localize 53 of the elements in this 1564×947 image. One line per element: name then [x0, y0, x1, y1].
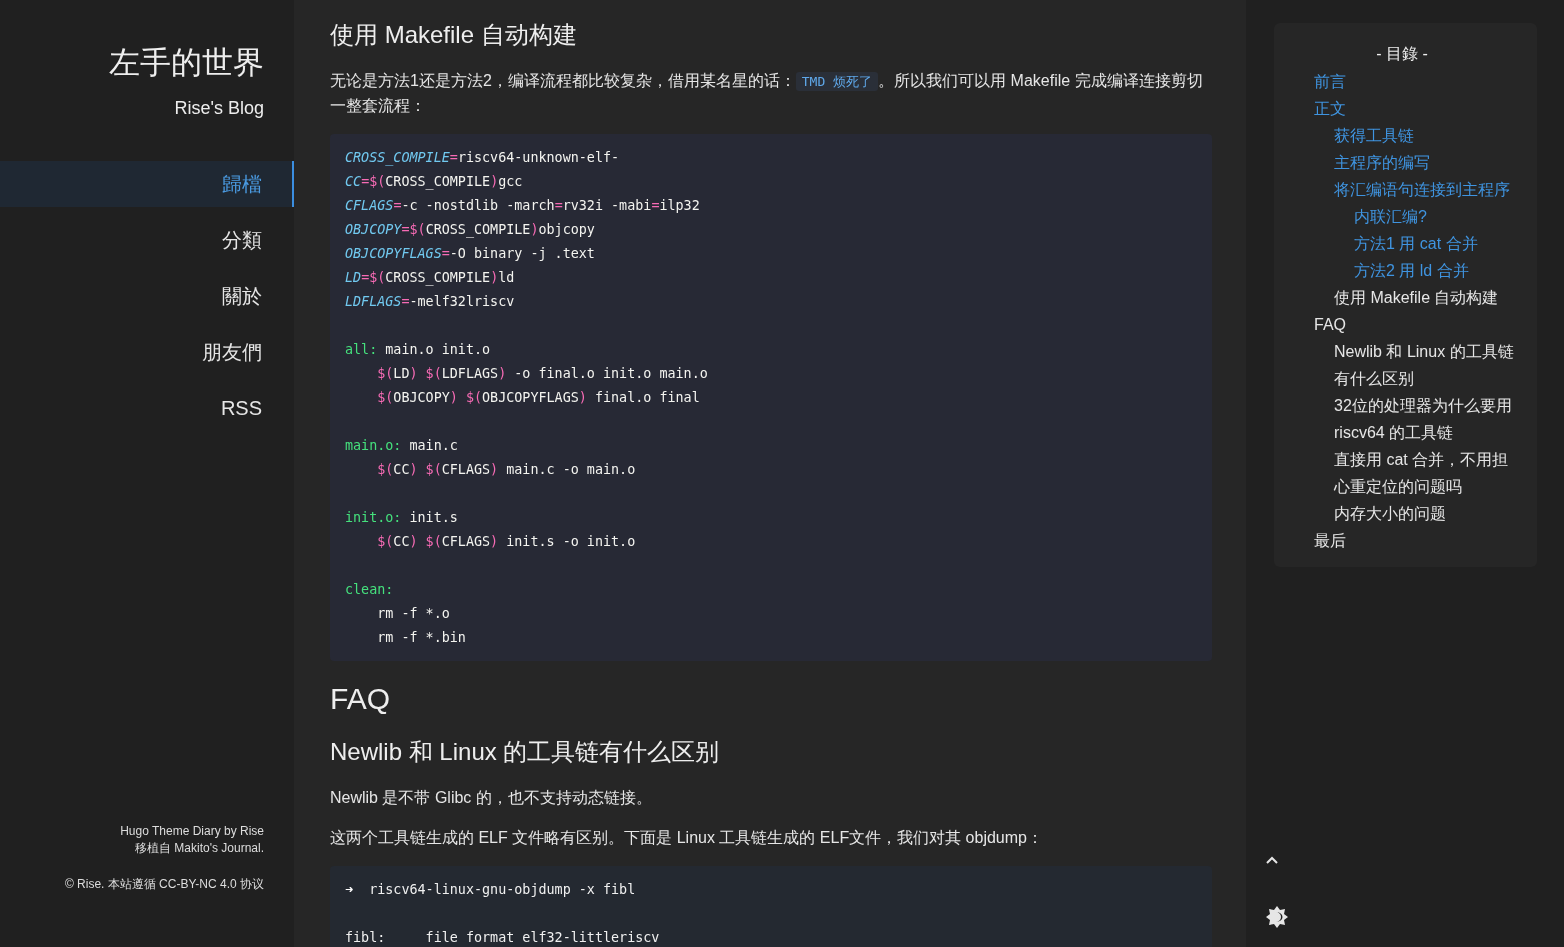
code-line: clean: [345, 581, 394, 599]
code-line: $(OBJCOPY) $(OBJCOPYFLAGS) final.o final [377, 389, 700, 407]
nav-link[interactable]: RSS [0, 385, 294, 431]
code-line: fibl: file format elf32-littleriscv [345, 929, 660, 947]
section-heading: FAQ [330, 681, 391, 717]
code-line: init.o: init.s [345, 509, 458, 527]
back-to-top-icon[interactable] [1265, 856, 1279, 865]
toc-link[interactable]: 直接用 cat 合并，不用担心重定位的问题吗 [1334, 446, 1518, 500]
toc-link[interactable]: 使用 Makefile 自动构建 [1334, 284, 1499, 311]
code-line: $(CC) $(CFLAGS) init.s -o init.o [377, 533, 636, 551]
code-line: CFLAGS=-c -nostdlib -march=rv32i -mabi=ilp32 [345, 197, 700, 215]
toc-link[interactable]: 前言 [1314, 68, 1346, 95]
toc-link[interactable]: 内存大小的问题 [1334, 500, 1446, 527]
code-line: main.o: main.c [345, 437, 458, 455]
toc-link[interactable]: 方法1 用 cat 合并 [1354, 230, 1478, 257]
toc-link[interactable]: 正文 [1314, 95, 1346, 122]
code-line: $(CC) $(CFLAGS) main.c -o main.o [377, 461, 636, 479]
code-line: LDFLAGS=-melf32lriscv [345, 293, 515, 311]
code-line: all: main.o init.o [345, 341, 491, 359]
code-line: ➜ riscv64-linux-gnu-objdump -x fibl [345, 881, 636, 899]
paragraph: 这两个工具链生成的 ELF 文件略有区别。下面是 Linux 工具链生成的 ELF文件，我们对其 objdump： [330, 828, 1044, 848]
subsection-heading: 使用 Makefile 自动构建 [330, 20, 578, 50]
toc-link[interactable]: 方法2 用 ld 合并 [1354, 257, 1469, 284]
toc-link[interactable]: 获得工具链 [1334, 122, 1414, 149]
toc-link[interactable]: 主程序的编写 [1334, 149, 1430, 176]
code-line: CROSS_COMPILE=riscv64-unknown-elf- [345, 149, 620, 168]
port-credit: 移植自 Makito's Journal. [135, 840, 264, 857]
nav-link[interactable]: 歸檔 [0, 161, 294, 207]
site-title[interactable]: 左手的世界 [109, 42, 264, 84]
code-line: OBJCOPYFLAGS=-O binary -j .text [345, 245, 595, 263]
code-line: CC=$(CROSS_COMPILE)gcc [345, 173, 523, 192]
subsection-heading: Newlib 和 Linux 的工具链有什么区别 [330, 737, 721, 767]
toc-link[interactable]: 最后 [1314, 527, 1346, 554]
nav-link[interactable]: 朋友們 [0, 329, 294, 375]
code-line: rm -f *.bin [377, 629, 466, 647]
paragraph: Newlib 是不带 Glibc 的，也不支持动态链接。 [330, 788, 653, 808]
toc-link[interactable]: Newlib 和 Linux 的工具链有什么区别 [1334, 338, 1518, 392]
paragraph: 无论是方法1还是方法2，编译流程都比较复杂，借用某名星的话： TMD 烦死了 。所以我们可以用 Makefile 完成编译连接剪切一整套流程： [330, 71, 1204, 116]
toc-link[interactable]: 内联汇编? [1354, 203, 1427, 230]
nav-link[interactable]: 關於 [0, 273, 294, 319]
code-line: LD=$(CROSS_COMPILE)ld [345, 269, 515, 288]
site-subtitle: Rise's Blog [174, 98, 264, 119]
theme-credit: Hugo Theme Diary by Rise [120, 823, 264, 840]
theme-toggle-icon[interactable] [1265, 905, 1289, 929]
code-line: OBJCOPY=$(CROSS_COMPILE)objcopy [345, 221, 595, 240]
code-line: $(LD) $(LDFLAGS) -o final.o init.o main.o [377, 365, 708, 383]
code-line: rm -f *.o [377, 605, 450, 623]
nav-link[interactable]: 分類 [0, 217, 294, 263]
license-text: © Rise. 本站遵循 CC-BY-NC 4.0 协议 [64, 876, 264, 893]
toc-link[interactable]: 将汇编语句连接到主程序 [1334, 176, 1510, 203]
toc-title: - 目錄 - [1375, 44, 1429, 64]
toc-link[interactable]: 32位的处理器为什么要用 riscv64 的工具链 [1334, 392, 1518, 446]
toc-link[interactable]: FAQ [1314, 311, 1346, 338]
